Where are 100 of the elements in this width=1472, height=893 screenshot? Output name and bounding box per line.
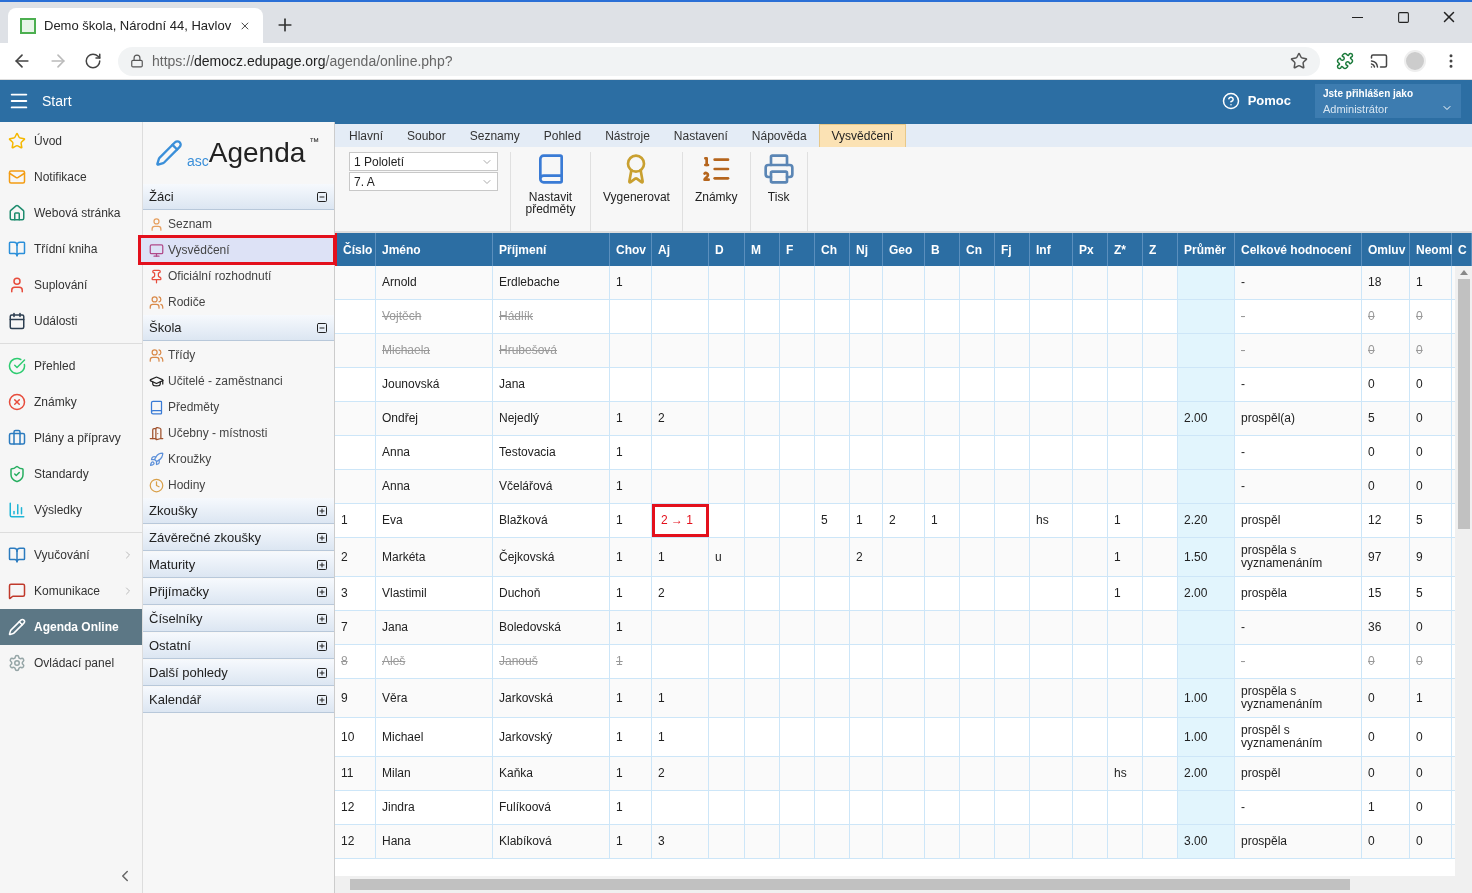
collapse-icon	[316, 190, 328, 203]
section-header[interactable]: Žáci	[143, 184, 334, 210]
table-cell: 1	[850, 504, 883, 537]
chat-icon	[8, 582, 26, 600]
ribbon-tab[interactable]: Nastavení	[661, 124, 740, 147]
start-label[interactable]: Start	[42, 90, 72, 112]
table-cell: Nejedlý	[493, 402, 610, 435]
tree-item[interactable]: Předměty	[143, 394, 334, 420]
x-circle-icon	[8, 393, 26, 411]
ribbon-button[interactable]: Tisk	[750, 152, 808, 231]
section-header[interactable]: Číselníky	[143, 606, 334, 632]
table-cell: 5	[1362, 402, 1410, 435]
help-icon[interactable]	[1221, 92, 1240, 110]
section-header[interactable]: Závěrečné zkoušky	[143, 525, 334, 551]
tree-item[interactable]: Hodiny	[143, 472, 334, 498]
table-cell: 0	[1410, 718, 1452, 756]
tree-item[interactable]: Seznam	[143, 211, 334, 237]
mail-icon	[8, 168, 26, 186]
nav-item[interactable]: Plány a přípravy	[0, 420, 142, 456]
table-cell: Michaela	[376, 334, 493, 367]
horizontal-scrollbar[interactable]	[335, 876, 1472, 893]
nav-item[interactable]: Třídní kniha	[0, 231, 142, 267]
nav-item[interactable]: Webová stránka	[0, 195, 142, 231]
check-circle-icon	[8, 357, 26, 375]
pencil-icon	[8, 618, 26, 636]
table-cell: Včelářová	[493, 470, 610, 503]
ribbon-button[interactable]: Vygenerovat	[591, 152, 683, 231]
table-cell: 0	[1410, 334, 1452, 367]
table-cell: hs	[1030, 504, 1073, 537]
section-header[interactable]: Kalendář	[143, 687, 334, 713]
user-menu[interactable]: Jste přihlášen jako Administrátor	[1315, 84, 1461, 118]
vertical-scrollbar[interactable]	[1455, 266, 1472, 876]
table-cell: prospěl	[1235, 757, 1362, 790]
cast-icon[interactable]	[1370, 52, 1388, 70]
reload-icon[interactable]	[84, 52, 102, 70]
ribbon-button[interactable]: Známky	[682, 152, 751, 231]
table-cell: 2	[652, 757, 709, 790]
dropdown[interactable]: 7. A	[349, 172, 498, 191]
dropdown[interactable]: 1 Pololetí	[349, 152, 498, 171]
nav-item[interactable]: Standardy	[0, 456, 142, 492]
table-cell: Jarkovský	[493, 718, 610, 756]
tree-item[interactable]: Učitelé - zaměstnanci	[143, 368, 334, 394]
tree-item[interactable]: Kroužky	[143, 446, 334, 472]
ribbon-tab[interactable]: Soubor	[395, 124, 458, 147]
table-cell: 2.00	[1178, 402, 1235, 435]
section-header[interactable]: Zkoušky	[143, 498, 334, 524]
nav-item[interactable]: Ovládací panel	[0, 645, 142, 681]
table-cell: Arnold	[376, 266, 493, 299]
expand-icon	[316, 693, 328, 706]
ribbon-tab[interactable]: Pohled	[531, 124, 594, 147]
table-cell: 2	[850, 538, 883, 576]
nav-item[interactable]: Vyučování	[0, 537, 142, 573]
section-header[interactable]: Další pohledy	[143, 660, 334, 686]
nav-item[interactable]: Komunikace	[0, 573, 142, 609]
browser-tab[interactable]: Demo škola, Národní 44, Havlov	[8, 8, 263, 43]
table-cell: 1	[1108, 504, 1143, 537]
nav-item[interactable]: Suplování	[0, 267, 142, 303]
ribbon-tab[interactable]: Nástroje	[593, 124, 662, 147]
nav-item[interactable]: Přehled	[0, 348, 142, 384]
table-cell: Vojtěch	[376, 300, 493, 333]
tree-item[interactable]: Učebny - místnosti	[143, 420, 334, 446]
section-header[interactable]: Škola	[143, 315, 334, 341]
table-cell: Testovacia	[493, 436, 610, 469]
star-icon[interactable]	[1290, 52, 1308, 70]
nav-item[interactable]: Známky	[0, 384, 142, 420]
table-cell: Jindra	[376, 791, 493, 824]
table-cell: 5	[1410, 504, 1452, 537]
tree-item[interactable]: Třídy	[143, 342, 334, 368]
table-cell: 1.00	[1178, 679, 1235, 717]
table-cell: Kaňka	[493, 757, 610, 790]
table-cell: 2	[652, 577, 709, 610]
people-icon	[149, 294, 164, 310]
scroll-up-icon[interactable]	[1459, 270, 1468, 275]
ribbon-tab[interactable]: Seznamy	[457, 124, 532, 147]
ribbon-button[interactable]: Nastavit předměty	[511, 152, 591, 231]
table-cell: Čejkovská	[493, 538, 610, 576]
nav-item[interactable]: Agenda Online	[0, 609, 142, 645]
help-link[interactable]: Pomoc	[1247, 91, 1291, 111]
table-cell: Markéta	[376, 538, 493, 576]
table-cell: 0	[1362, 825, 1410, 858]
star-icon	[8, 132, 26, 150]
ribbon-tab[interactable]: Nápověda	[739, 124, 819, 147]
table-cell: 1	[1410, 266, 1452, 299]
section-header[interactable]: Maturity	[143, 552, 334, 578]
section-header[interactable]: Přijímačky	[143, 579, 334, 605]
table-cell: 1	[610, 436, 652, 469]
extension-icon[interactable]	[1336, 52, 1354, 70]
tree-item[interactable]: Oficiální rozhodnutí	[143, 263, 334, 289]
nav-item[interactable]: Výsledky	[0, 492, 142, 528]
section-header[interactable]: Ostatní	[143, 633, 334, 659]
nav-item[interactable]: Notifikace	[0, 159, 142, 195]
collapse-icon	[316, 321, 328, 334]
tree-item[interactable]: Rodiče	[143, 289, 334, 315]
address-bar[interactable]: https://democz.edupage.org/agenda/online.php?	[118, 46, 1320, 76]
ribbon-tab[interactable]: Hlavní	[337, 124, 395, 147]
tree-item[interactable]: Vysvědčení	[140, 237, 334, 263]
nav-item[interactable]: Úvod	[0, 123, 142, 159]
table-cell: Boledovská	[493, 611, 610, 644]
ribbon-tab[interactable]: Vysvědčení	[818, 124, 907, 147]
nav-item[interactable]: Události	[0, 303, 142, 339]
